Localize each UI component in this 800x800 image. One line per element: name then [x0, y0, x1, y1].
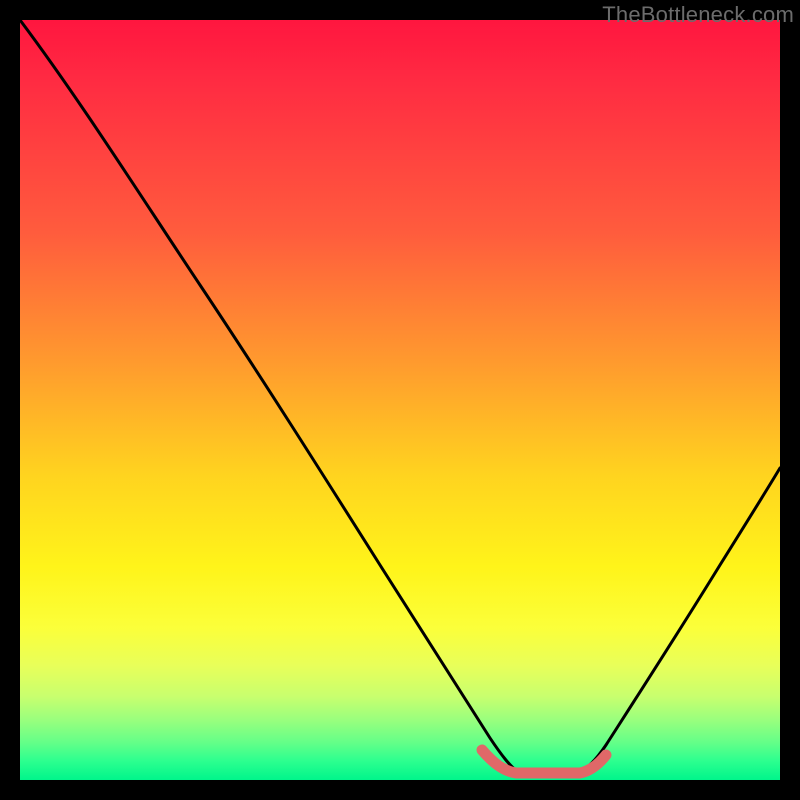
plot-area [20, 20, 780, 780]
watermark-text: TheBottleneck.com [602, 2, 794, 28]
chart-frame: TheBottleneck.com [0, 0, 800, 800]
curve-layer [20, 20, 780, 780]
bottleneck-curve [20, 20, 780, 772]
